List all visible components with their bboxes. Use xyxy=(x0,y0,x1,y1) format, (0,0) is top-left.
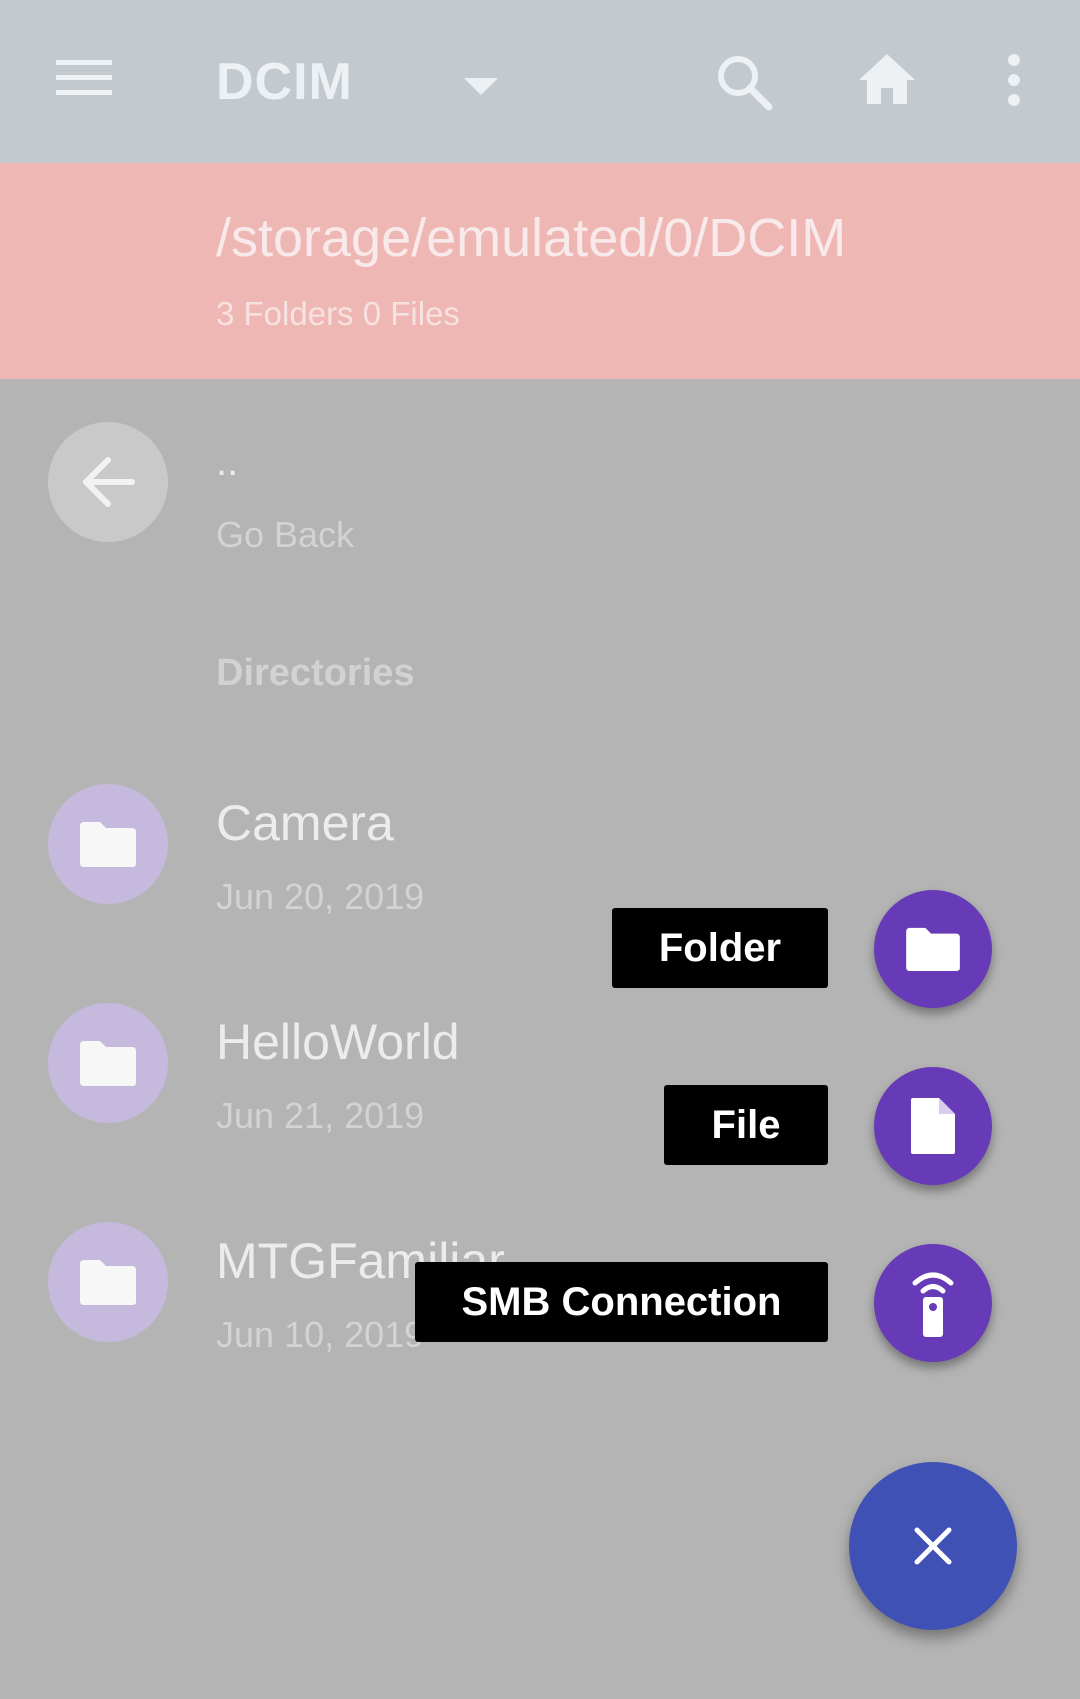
folder-icon xyxy=(48,1222,168,1342)
folder-date: Jun 20, 2019 xyxy=(216,876,425,917)
home-icon[interactable] xyxy=(857,52,917,111)
fab-label-folder[interactable]: Folder xyxy=(612,908,828,988)
path-bar: /storage/emulated/0/DCIM 3 Folders 0 Fil… xyxy=(0,163,1080,379)
smb-connection-button[interactable] xyxy=(874,1244,992,1362)
menu-icon[interactable] xyxy=(54,56,114,105)
close-fab-button[interactable] xyxy=(849,1462,1017,1630)
current-path[interactable]: /storage/emulated/0/DCIM xyxy=(216,207,846,269)
file-icon xyxy=(911,1098,955,1154)
go-back-subtitle: Go Back xyxy=(216,514,355,555)
app-bar-title[interactable]: DCIM xyxy=(216,52,353,112)
go-back-row[interactable]: .. Go Back xyxy=(0,410,1080,610)
folder-name: HelloWorld xyxy=(216,1014,460,1070)
more-vert-icon[interactable] xyxy=(1004,54,1024,111)
folder-date: Jun 10, 2019 xyxy=(216,1314,425,1355)
close-icon xyxy=(914,1527,952,1565)
fab-label-smb[interactable]: SMB Connection xyxy=(415,1262,828,1342)
fab-label-file[interactable]: File xyxy=(664,1085,828,1165)
dropdown-arrow-icon[interactable] xyxy=(464,78,498,101)
new-file-button[interactable] xyxy=(874,1067,992,1185)
remote-icon xyxy=(912,1272,954,1337)
folder-name: Camera xyxy=(216,795,394,851)
arrow-back-icon xyxy=(48,422,168,542)
app-bar: DCIM xyxy=(0,0,1080,163)
folder-icon xyxy=(906,927,960,972)
folder-date: Jun 21, 2019 xyxy=(216,1095,425,1136)
folder-icon xyxy=(48,1003,168,1123)
new-folder-button[interactable] xyxy=(874,890,992,1008)
search-icon[interactable] xyxy=(714,52,774,117)
directories-header: Directories xyxy=(216,652,415,694)
go-back-title: .. xyxy=(216,440,239,484)
folder-file-count: 3 Folders 0 Files xyxy=(216,295,460,332)
folder-icon xyxy=(48,784,168,904)
